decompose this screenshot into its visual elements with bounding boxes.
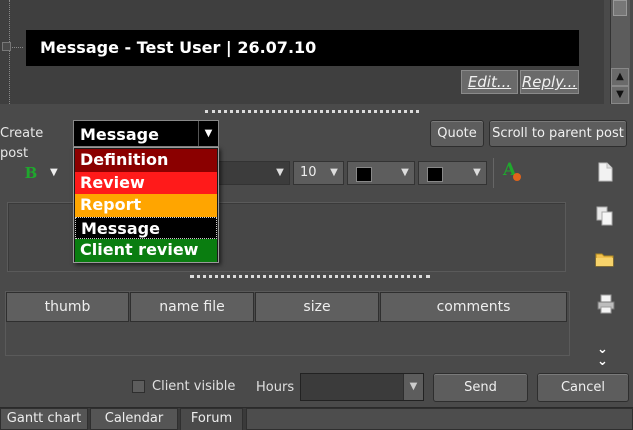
scrollbar-thumb[interactable] — [613, 0, 627, 16]
font-size-select[interactable]: 10 ▼ — [293, 161, 344, 185]
text-color-select[interactable]: ▼ — [347, 161, 415, 185]
chevron-down-icon[interactable]: ▼ — [271, 162, 289, 184]
tree-line — [9, 0, 10, 104]
option-definition[interactable]: Definition — [75, 149, 217, 172]
color-dot — [513, 173, 521, 181]
splitter-handle[interactable] — [190, 275, 430, 278]
folder-icon[interactable] — [595, 250, 617, 272]
quote-button[interactable]: Quote — [430, 120, 484, 147]
reply-link[interactable]: Reply... — [520, 70, 579, 94]
send-button[interactable]: Send — [433, 373, 528, 402]
client-visible-checkbox[interactable] — [132, 380, 145, 393]
tree-expand-handle[interactable] — [2, 42, 11, 51]
column-header-size[interactable]: size — [255, 292, 379, 322]
option-client-review[interactable]: Client review — [75, 239, 217, 262]
scroll-to-parent-button[interactable]: Scroll to parent post — [489, 120, 627, 147]
chevron-down-icon[interactable]: ▼ — [396, 162, 414, 184]
splitter-handle[interactable] — [205, 110, 419, 113]
chevron-down-icon[interactable]: ▼ — [468, 162, 486, 184]
scroll-up-button[interactable]: ▲ — [611, 68, 629, 86]
create-post-label: Create post — [0, 126, 44, 161]
post-type-select[interactable]: Message ▼ — [73, 120, 219, 147]
edit-link[interactable]: Edit... — [461, 70, 518, 94]
chevron-down-icon[interactable]: ▼ — [198, 121, 218, 146]
new-document-icon[interactable] — [596, 162, 618, 184]
tab-forum[interactable]: Forum — [180, 408, 243, 430]
copy-icon[interactable] — [595, 205, 617, 227]
toolbar-divider — [493, 158, 494, 188]
option-review[interactable]: Review — [75, 171, 217, 194]
bold-button[interactable]: B — [20, 162, 42, 184]
client-visible-label: Client visible — [152, 379, 236, 394]
font-color-icon[interactable]: A — [503, 160, 525, 184]
chevron-down-icon[interactable]: ▼ — [403, 374, 423, 400]
post-type-dropdown: Definition Review Report Message Client … — [73, 147, 219, 263]
message-header: Message - Test User | 26.07.10 — [26, 30, 579, 66]
scroll-down-button[interactable]: ▼ — [611, 86, 629, 104]
hours-label: Hours — [256, 380, 295, 395]
chevron-down-icon[interactable]: ▼ — [325, 162, 343, 184]
column-header-name-file[interactable]: name file — [130, 292, 254, 322]
tab-calendar[interactable]: Calendar — [90, 408, 178, 430]
expand-down-icon[interactable]: ⌄ ⌄ — [597, 343, 608, 368]
cancel-button[interactable]: Cancel — [537, 373, 629, 402]
background-color-select[interactable]: ▼ — [418, 161, 487, 185]
print-icon[interactable] — [596, 294, 618, 316]
tab-bar-filler — [246, 408, 633, 430]
option-report[interactable]: Report — [75, 194, 217, 217]
font-family-select[interactable]: ▼ — [215, 161, 290, 185]
tab-gantt-chart[interactable]: Gantt chart — [0, 408, 88, 430]
option-message[interactable]: Message — [75, 216, 217, 239]
text-color-swatch — [356, 167, 372, 182]
font-size-value: 10 — [300, 165, 317, 180]
column-header-comments[interactable]: comments — [380, 292, 567, 322]
background-color-swatch — [427, 167, 443, 182]
post-type-value: Message — [80, 125, 159, 144]
tree-connector — [9, 47, 23, 48]
hours-select[interactable]: ▼ — [300, 373, 424, 401]
chevron-down-icon[interactable]: ▼ — [50, 162, 66, 184]
column-header-thumb[interactable]: thumb — [6, 292, 129, 322]
